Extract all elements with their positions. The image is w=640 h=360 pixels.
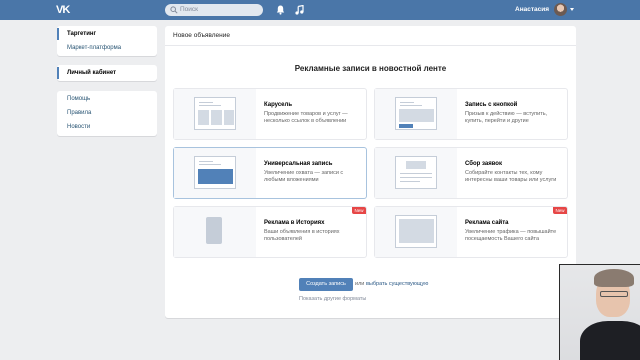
search-placeholder: Поиск <box>180 6 199 13</box>
sidebar-group-cabinet: Личный кабинет <box>57 65 157 81</box>
sidebar-item-rules[interactable]: Правила <box>67 107 91 119</box>
choose-existing-link[interactable]: выбрать существующую <box>366 278 428 291</box>
format-card-stories[interactable]: Реклама в Историях Ваши объявления в ист… <box>173 206 367 258</box>
notifications-bell-icon[interactable] <box>276 5 285 15</box>
create-post-button[interactable]: Создать запись <box>299 278 353 291</box>
new-ad-panel: Новое объявление Рекламные записи в ново… <box>165 26 576 318</box>
music-icon[interactable] <box>295 5 304 15</box>
new-badge: New <box>352 207 366 214</box>
card-title: Реклама сайта <box>465 220 509 226</box>
sidebar-group-help: Помощь Правила Новости <box>57 91 157 136</box>
card-title: Универсальная запись <box>264 161 333 167</box>
button-post-preview-icon <box>375 89 457 139</box>
card-description: Увеличение трафика — повышайте посещаемо… <box>465 229 557 242</box>
page-title: Новое объявление <box>173 32 230 39</box>
new-badge: New <box>553 207 567 214</box>
card-description: Ваши объявления в историях пользователей <box>264 229 340 242</box>
format-card-website-ads[interactable]: Реклама сайта Увеличение трафика — повыш… <box>374 206 568 258</box>
card-description: Увеличение охвата — записи с любыми влож… <box>264 170 344 183</box>
panel-header: Новое объявление <box>165 26 576 46</box>
card-description: Собирайте контакты тех, кому интересны в… <box>465 170 557 183</box>
active-indicator <box>57 67 59 79</box>
sidebar-item-personal-cabinet[interactable]: Личный кабинет <box>67 67 116 79</box>
sidebar-item-news[interactable]: Новости <box>67 121 90 133</box>
card-title: Сбор заявок <box>465 161 502 167</box>
format-card-universal-post[interactable]: Универсальная запись Увеличение охвата —… <box>173 147 367 199</box>
website-ads-preview-icon <box>375 207 457 257</box>
lead-form-preview-icon <box>375 148 457 198</box>
card-description: Продвижение товаров и услуг — несколько … <box>264 111 348 124</box>
card-title: Реклама в Историях <box>264 220 325 226</box>
format-card-carousel[interactable]: Карусель Продвижение товаров и услуг — н… <box>173 88 367 140</box>
carousel-preview-icon <box>174 89 256 139</box>
format-card-button-post[interactable]: Запись с кнопкой Призыв к действию — вст… <box>374 88 568 140</box>
search-icon <box>170 6 178 14</box>
or-label: или <box>355 281 365 287</box>
top-navigation-bar: VK Поиск Анастасия <box>0 0 640 20</box>
user-name[interactable]: Анастасия <box>515 0 549 20</box>
card-title: Карусель <box>264 102 293 108</box>
sidebar-item-market-platform[interactable]: Маркет-платформа <box>67 42 121 54</box>
format-card-lead-form[interactable]: Сбор заявок Собирайте контакты тех, кому… <box>374 147 568 199</box>
chevron-down-icon[interactable] <box>570 8 574 11</box>
active-indicator <box>57 28 59 40</box>
sidebar-group-ads: Таргетинг Маркет-платформа <box>57 26 157 56</box>
sidebar-item-targeting[interactable]: Таргетинг <box>67 28 96 40</box>
search-input[interactable]: Поиск <box>165 4 263 16</box>
webcam-overlay <box>559 264 640 360</box>
card-title: Запись с кнопкой <box>465 102 518 108</box>
card-description: Призыв к действию — вступить, купить, пе… <box>465 111 548 124</box>
universal-post-preview-icon <box>174 148 256 198</box>
stories-preview-icon <box>174 207 256 257</box>
section-title: Рекламные записи в новостной ленте <box>294 64 447 73</box>
user-avatar[interactable] <box>554 3 567 16</box>
vk-logo[interactable]: VK <box>56 3 72 17</box>
sidebar-item-help[interactable]: Помощь <box>67 93 90 105</box>
show-other-formats-link[interactable]: Показать другие форматы <box>299 294 366 304</box>
